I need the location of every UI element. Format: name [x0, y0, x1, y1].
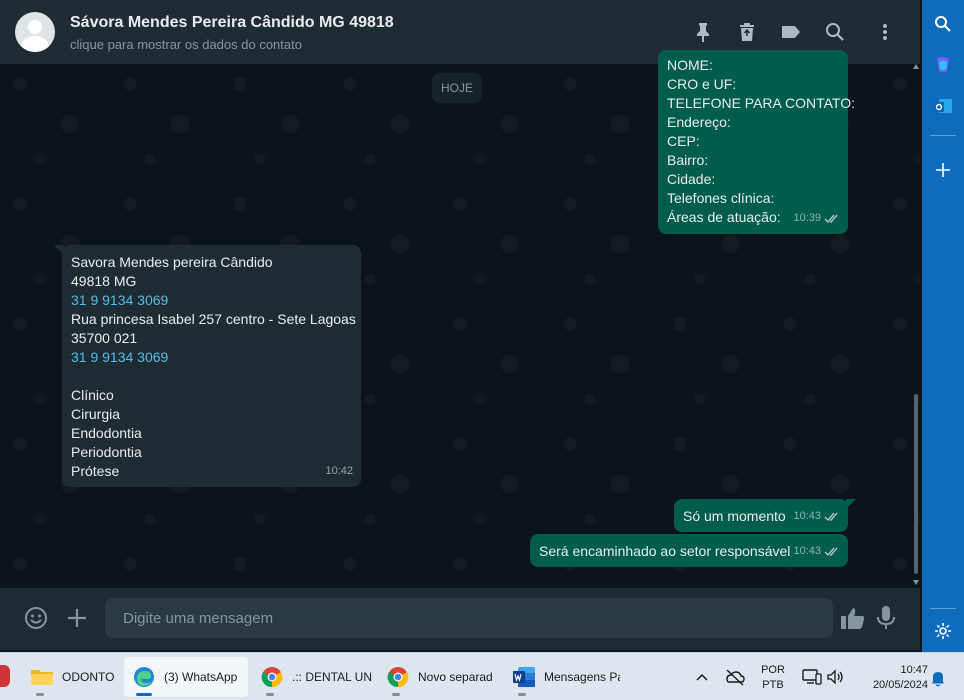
edge-sidebar [922, 0, 964, 652]
taskbar-item-label: .:: DENTAL UN [292, 670, 372, 684]
scrollbar-thumb[interactable] [914, 394, 918, 574]
message-time: 10:43 [793, 545, 821, 557]
message-line: CRO e UF: [667, 76, 737, 92]
chat-panel: Sávora Mendes Pereira Cândido MG 49818 c… [0, 0, 922, 652]
word-icon [513, 667, 535, 687]
taskbar-item-dental[interactable]: .:: DENTAL UN [252, 657, 376, 697]
folder-icon [31, 670, 53, 685]
clock[interactable]: 10:47 20/05/2024 [856, 663, 928, 693]
contact-name[interactable]: Sávora Mendes Pereira Cândido MG 49818 [70, 14, 394, 32]
network-icon[interactable] [802, 668, 822, 686]
message-composer [0, 588, 920, 650]
message-input[interactable] [105, 598, 833, 638]
message-line: 49818 MG [71, 273, 137, 289]
message-bubble-outgoing[interactable]: Será encaminhado ao setor responsável 10… [530, 534, 848, 567]
message-line: Rua princesa Isabel 257 centro - Sete La… [71, 311, 356, 327]
message-line: Endodontia [71, 425, 142, 441]
message-meta: 10:43 [793, 507, 840, 526]
pin-icon[interactable] [691, 20, 715, 44]
message-line: Bairro: [667, 152, 709, 168]
message-line: 35700 021 [71, 330, 138, 346]
message-line: Cidade: [667, 171, 716, 187]
attach-plus-icon[interactable] [66, 607, 88, 629]
search-icon[interactable] [823, 20, 847, 44]
taskbar-item-label: Novo separad [418, 670, 493, 684]
read-ticks-icon [824, 214, 838, 224]
message-time: 10:42 [325, 465, 353, 477]
chat-scrollbar[interactable] [912, 64, 920, 588]
thumbs-up-icon[interactable] [840, 606, 866, 632]
message-bubble-outgoing[interactable]: Só um momento 10:43 [674, 499, 856, 532]
onedrive-offline-icon[interactable] [724, 667, 746, 687]
message-bubble-incoming[interactable]: Savora Mendes pereira Cândido 49818 MG 3… [54, 245, 361, 487]
read-ticks-icon [824, 547, 838, 557]
notification-bell-icon[interactable] [930, 669, 946, 687]
message-line: Prótese [71, 463, 120, 479]
copilot-icon[interactable] [931, 53, 955, 77]
message-line-blank [71, 367, 352, 386]
volume-icon[interactable] [826, 668, 844, 686]
emoji-icon[interactable] [24, 606, 48, 630]
message-meta: 10:43 [793, 542, 840, 561]
edge-icon [134, 667, 154, 687]
read-ticks-icon [824, 512, 838, 522]
message-meta: 10:42 [325, 462, 353, 481]
taskbar-item-whatsapp[interactable]: (3) WhatsApp [124, 657, 248, 697]
message-line: Savora Mendes pereira Cândido [71, 254, 273, 270]
clock-time: 10:47 [900, 664, 928, 676]
message-line: TELEFONE PARA CONTATO: [667, 95, 855, 111]
message-line: Endereço: [667, 114, 731, 130]
phone-link[interactable]: 31 9 9134 3069 [71, 291, 352, 310]
add-sidebar-app-icon[interactable] [931, 158, 955, 182]
message-time: 10:39 [793, 212, 821, 224]
chrome-icon [261, 667, 283, 688]
taskbar-item-label: ODONTO [62, 670, 115, 684]
message-meta: 10:39 [793, 209, 840, 228]
message-line: NOME: [667, 57, 713, 73]
label-icon[interactable] [779, 20, 803, 44]
settings-gear-icon[interactable] [931, 619, 955, 643]
taskbar-item-odonto[interactable]: ODONTO [22, 657, 122, 697]
chrome-icon [387, 667, 409, 688]
edge-search-icon[interactable] [931, 12, 955, 36]
message-line: Clínico [71, 387, 114, 403]
message-time: 10:43 [793, 510, 821, 522]
tray-chevron-up-icon[interactable] [694, 669, 710, 685]
microphone-icon[interactable] [876, 605, 896, 631]
app-window: Sávora Mendes Pereira Cândido MG 49818 c… [0, 0, 964, 700]
contact-avatar[interactable] [15, 12, 55, 52]
phone-link[interactable]: 31 9 9134 3069 [71, 348, 352, 367]
delete-chat-icon[interactable] [735, 20, 759, 44]
clock-date: 20/05/2024 [872, 679, 928, 691]
language-code: POR [761, 664, 785, 676]
message-line: Telefones clínica: [667, 190, 775, 206]
taskbar-item-label: Mensagens Pa [544, 670, 620, 684]
message-line: Periodontia [71, 444, 142, 460]
outlook-icon[interactable] [931, 94, 955, 118]
taskbar-item-novo[interactable]: Novo separad [378, 657, 502, 697]
message-line: CEP: [667, 133, 700, 149]
date-divider: HOJE [432, 73, 482, 103]
taskbar-item-label: (3) WhatsApp [164, 670, 238, 684]
taskbar-item-word[interactable]: Mensagens Pa [504, 657, 628, 697]
partial-app-icon[interactable] [0, 665, 10, 687]
keyboard-language[interactable]: POR PTB [756, 663, 790, 693]
menu-icon[interactable] [873, 20, 897, 44]
message-line: Cirurgia [71, 406, 121, 422]
contact-subtitle[interactable]: clique para mostrar os dados do contato [70, 37, 302, 52]
message-bubble-outgoing[interactable]: NOME: CRO e UF: TELEFONE PARA CONTATO: E… [658, 50, 855, 234]
windows-taskbar: ODONTO (3) WhatsApp .:: DENTAL UN Novo s… [0, 652, 964, 700]
keyboard-layout: PTB [762, 679, 784, 691]
